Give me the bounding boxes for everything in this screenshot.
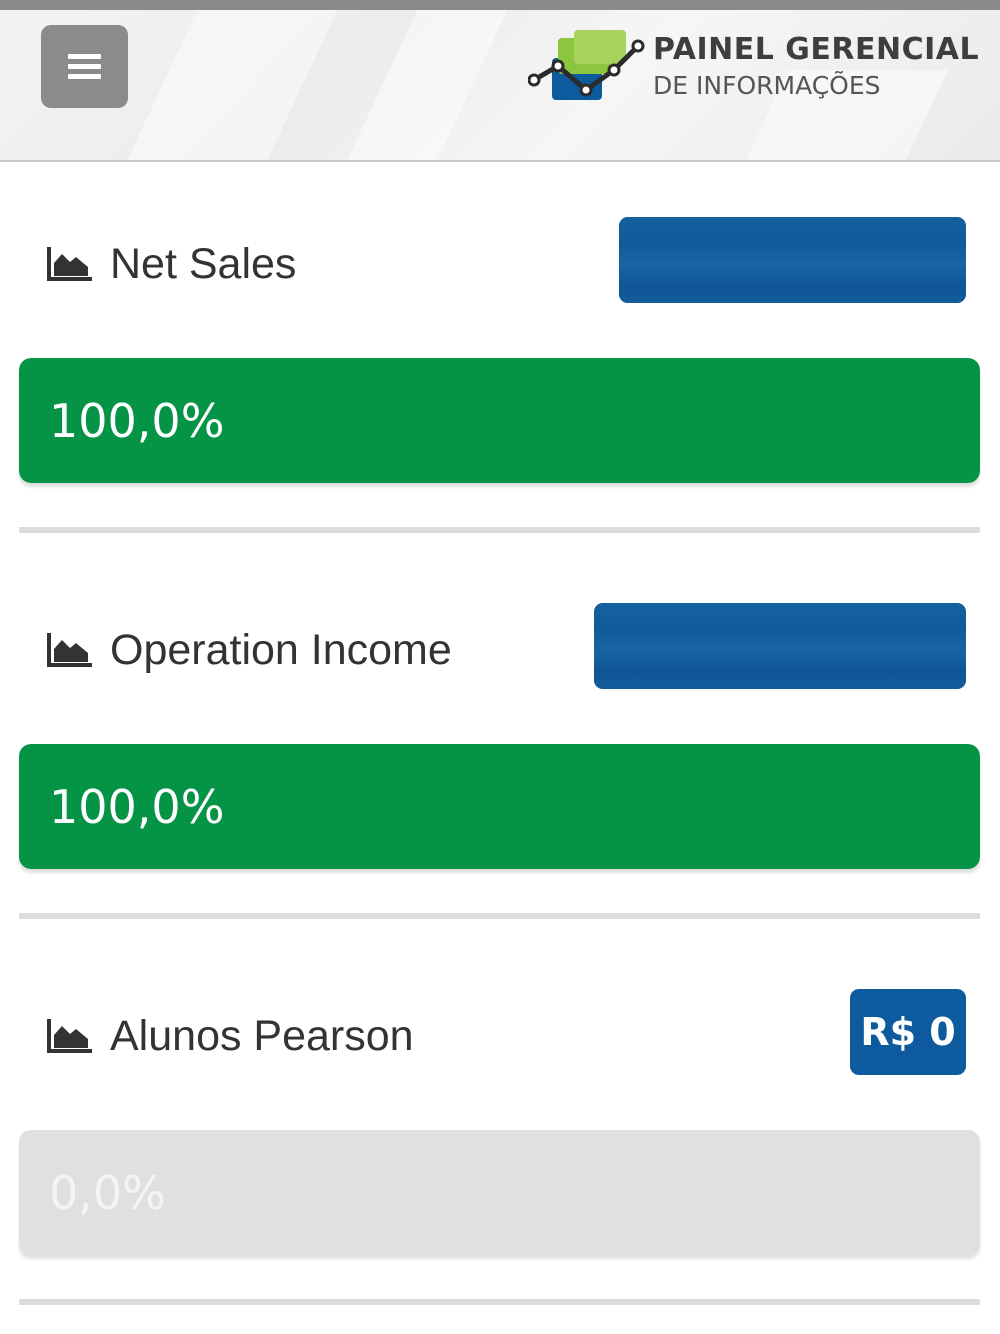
kpi-title-row: Alunos Pearson (46, 986, 414, 1086)
kpi-title-row: Operation Income (46, 600, 452, 700)
area-chart-icon (47, 633, 92, 667)
section-divider (19, 1299, 980, 1305)
header-background-facet (113, 10, 347, 160)
area-chart-icon (47, 247, 92, 281)
progress-bar: 100,0% (19, 358, 980, 483)
progress-bar: 100,0% (19, 744, 980, 869)
kpi-label: Net Sales (110, 239, 297, 288)
redacted-value (594, 603, 966, 689)
progress-label: 0,0% (49, 1165, 166, 1220)
kpi-value-badge (619, 217, 966, 303)
area-chart-icon (47, 1019, 92, 1053)
kpi-card-alunos-pearson: Alunos Pearson R$ 0 0,0% (0, 934, 1000, 1320)
kpi-label: Alunos Pearson (110, 1011, 414, 1060)
progress-label: 100,0% (49, 393, 225, 448)
app-header: PAINEL GERENCIAL DE INFORMAÇÕES (0, 10, 1000, 162)
redacted-value (619, 217, 966, 303)
app-logo[interactable]: PAINEL GERENCIAL DE INFORMAÇÕES (528, 28, 980, 118)
kpi-card-operation-income: Operation Income 100,0% (0, 548, 1000, 934)
kpi-card-net-sales: Net Sales 100,0% (0, 162, 1000, 548)
menu-button[interactable] (41, 25, 128, 108)
kpi-label: Operation Income (110, 625, 452, 674)
logo-subtitle: DE INFORMAÇÕES (653, 71, 881, 100)
section-divider (19, 913, 980, 919)
kpi-badge-text: R$ 0 (860, 1010, 956, 1054)
kpi-value-badge: R$ 0 (850, 989, 966, 1075)
kpi-value-badge (594, 603, 966, 689)
section-divider (19, 527, 980, 533)
progress-bar: 0,0% (19, 1130, 980, 1255)
chart-line-icon (528, 30, 645, 100)
header-background-facet (328, 10, 522, 160)
kpi-title-row: Net Sales (46, 214, 296, 314)
progress-label: 100,0% (49, 779, 225, 834)
hamburger-menu-icon (68, 49, 101, 84)
top-status-strip (0, 0, 1000, 10)
logo-title: PAINEL GERENCIAL (653, 32, 980, 67)
